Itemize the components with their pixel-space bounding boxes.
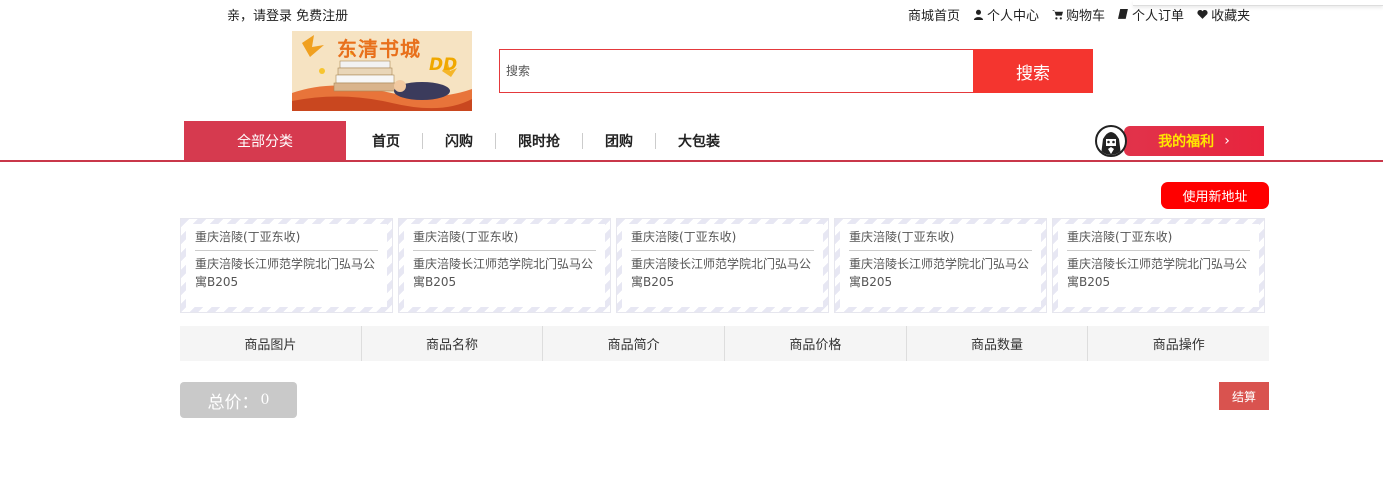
nav-flash-sale[interactable]: 闪购 — [423, 131, 495, 151]
logo-subtitle: DD — [429, 55, 458, 75]
total-label: 总价： — [207, 392, 259, 413]
address-detail: 重庆涪陵长江师范学院北门弘马公寓B205 — [195, 257, 376, 289]
address-recipient: 重庆涪陵(丁亚东收) — [195, 228, 378, 251]
address-detail: 重庆涪陵长江师范学院北门弘马公寓B205 — [1067, 257, 1248, 289]
logo-title: 东清书城 — [337, 37, 421, 61]
search-box — [499, 49, 974, 93]
address-recipient: 重庆涪陵(丁亚东收) — [849, 228, 1032, 251]
nav-underline — [0, 160, 1383, 162]
cart-label: 购物车 — [1066, 9, 1106, 24]
column-header-image: 商品图片 — [180, 326, 362, 361]
nav-home[interactable]: 首页 — [350, 131, 422, 151]
favorites-link[interactable]: 收藏夹 — [1197, 5, 1250, 24]
address-recipient: 重庆涪陵(丁亚东收) — [631, 228, 814, 251]
column-header-name: 商品名称 — [362, 326, 544, 361]
total-value: 0 — [260, 392, 270, 408]
avatar[interactable] — [1095, 125, 1127, 157]
login-bar: 亲，请登录 免费注册 — [227, 5, 348, 24]
avatar-icon — [1101, 132, 1121, 155]
home-link[interactable]: 商城首页 — [908, 5, 960, 24]
user-center-label: 个人中心 — [987, 9, 1040, 24]
column-header-quantity: 商品数量 — [907, 326, 1089, 361]
login-link[interactable]: 亲，请登录 — [227, 9, 292, 24]
chevron-right-icon: › — [1224, 133, 1230, 149]
address-detail: 重庆涪陵长江师范学院北门弘马公寓B205 — [849, 257, 1030, 289]
use-new-address-button[interactable]: 使用新地址 — [1161, 182, 1269, 209]
address-detail: 重庆涪陵长江师范学院北门弘马公寓B205 — [413, 257, 594, 289]
home-link-label: 商城首页 — [908, 9, 961, 24]
address-recipient: 重庆涪陵(丁亚东收) — [1067, 228, 1250, 251]
column-header-price: 商品价格 — [725, 326, 907, 361]
orders-label: 个人订单 — [1132, 9, 1185, 24]
cart-icon — [1052, 10, 1064, 20]
main-nav: 首页 闪购 限时抢 团购 大包装 — [350, 121, 742, 161]
checkout-button[interactable]: 结算 — [1219, 382, 1269, 410]
address-recipient: 重庆涪陵(丁亚东收) — [413, 228, 596, 251]
address-card[interactable]: 重庆涪陵(丁亚东收) 重庆涪陵长江师范学院北门弘马公寓B205 — [180, 218, 393, 313]
user-center-link[interactable]: 个人中心 — [973, 5, 1039, 24]
all-categories-button[interactable]: 全部分类 — [184, 121, 346, 161]
address-card[interactable]: 重庆涪陵(丁亚东收) 重庆涪陵长江师范学院北门弘马公寓B205 — [616, 218, 829, 313]
welfare-label: 我的福利 — [1158, 134, 1215, 150]
column-header-actions: 商品操作 — [1152, 338, 1205, 353]
store-logo[interactable]: 东清书城 DD — [292, 31, 472, 111]
orders-link[interactable]: 个人订单 — [1118, 5, 1184, 24]
address-list: 重庆涪陵(丁亚东收) 重庆涪陵长江师范学院北门弘马公寓B205 重庆涪陵(丁亚东… — [180, 218, 1265, 313]
column-header-description: 商品简介 — [543, 326, 726, 361]
address-card[interactable]: 重庆涪陵(丁亚东收) 重庆涪陵长江师范学院北门弘马公寓B205 — [1052, 218, 1265, 313]
nav-group-buy[interactable]: 团购 — [583, 131, 655, 151]
cart-table-header: 商品图片 商品名称 商品简介 商品价格 商品数量 商品操作 — [180, 326, 1269, 361]
nav-bulk-pack[interactable]: 大包装 — [656, 131, 742, 151]
user-icon — [973, 9, 984, 20]
total-price: 总价： 0 — [180, 382, 297, 418]
favorites-label: 收藏夹 — [1211, 9, 1251, 24]
heart-icon — [1197, 9, 1208, 19]
cart-link[interactable]: 购物车 — [1052, 5, 1105, 24]
address-detail: 重庆涪陵长江师范学院北门弘马公寓B205 — [631, 257, 812, 289]
register-link[interactable]: 免费注册 — [296, 9, 348, 24]
search-input[interactable] — [500, 50, 974, 92]
my-welfare-button[interactable]: 我的福利 › — [1124, 126, 1264, 156]
address-card[interactable]: 重庆涪陵(丁亚东收) 重庆涪陵长江师范学院北门弘马公寓B205 — [834, 218, 1047, 313]
address-card[interactable]: 重庆涪陵(丁亚东收) 重庆涪陵长江师范学院北门弘马公寓B205 — [398, 218, 611, 313]
top-links: 商城首页 个人中心 购物车 个人订单 收藏夹 — [908, 5, 1250, 24]
nav-limited-time[interactable]: 限时抢 — [496, 131, 582, 151]
search-button[interactable]: 搜索 — [973, 49, 1093, 93]
book-icon — [1118, 9, 1128, 19]
